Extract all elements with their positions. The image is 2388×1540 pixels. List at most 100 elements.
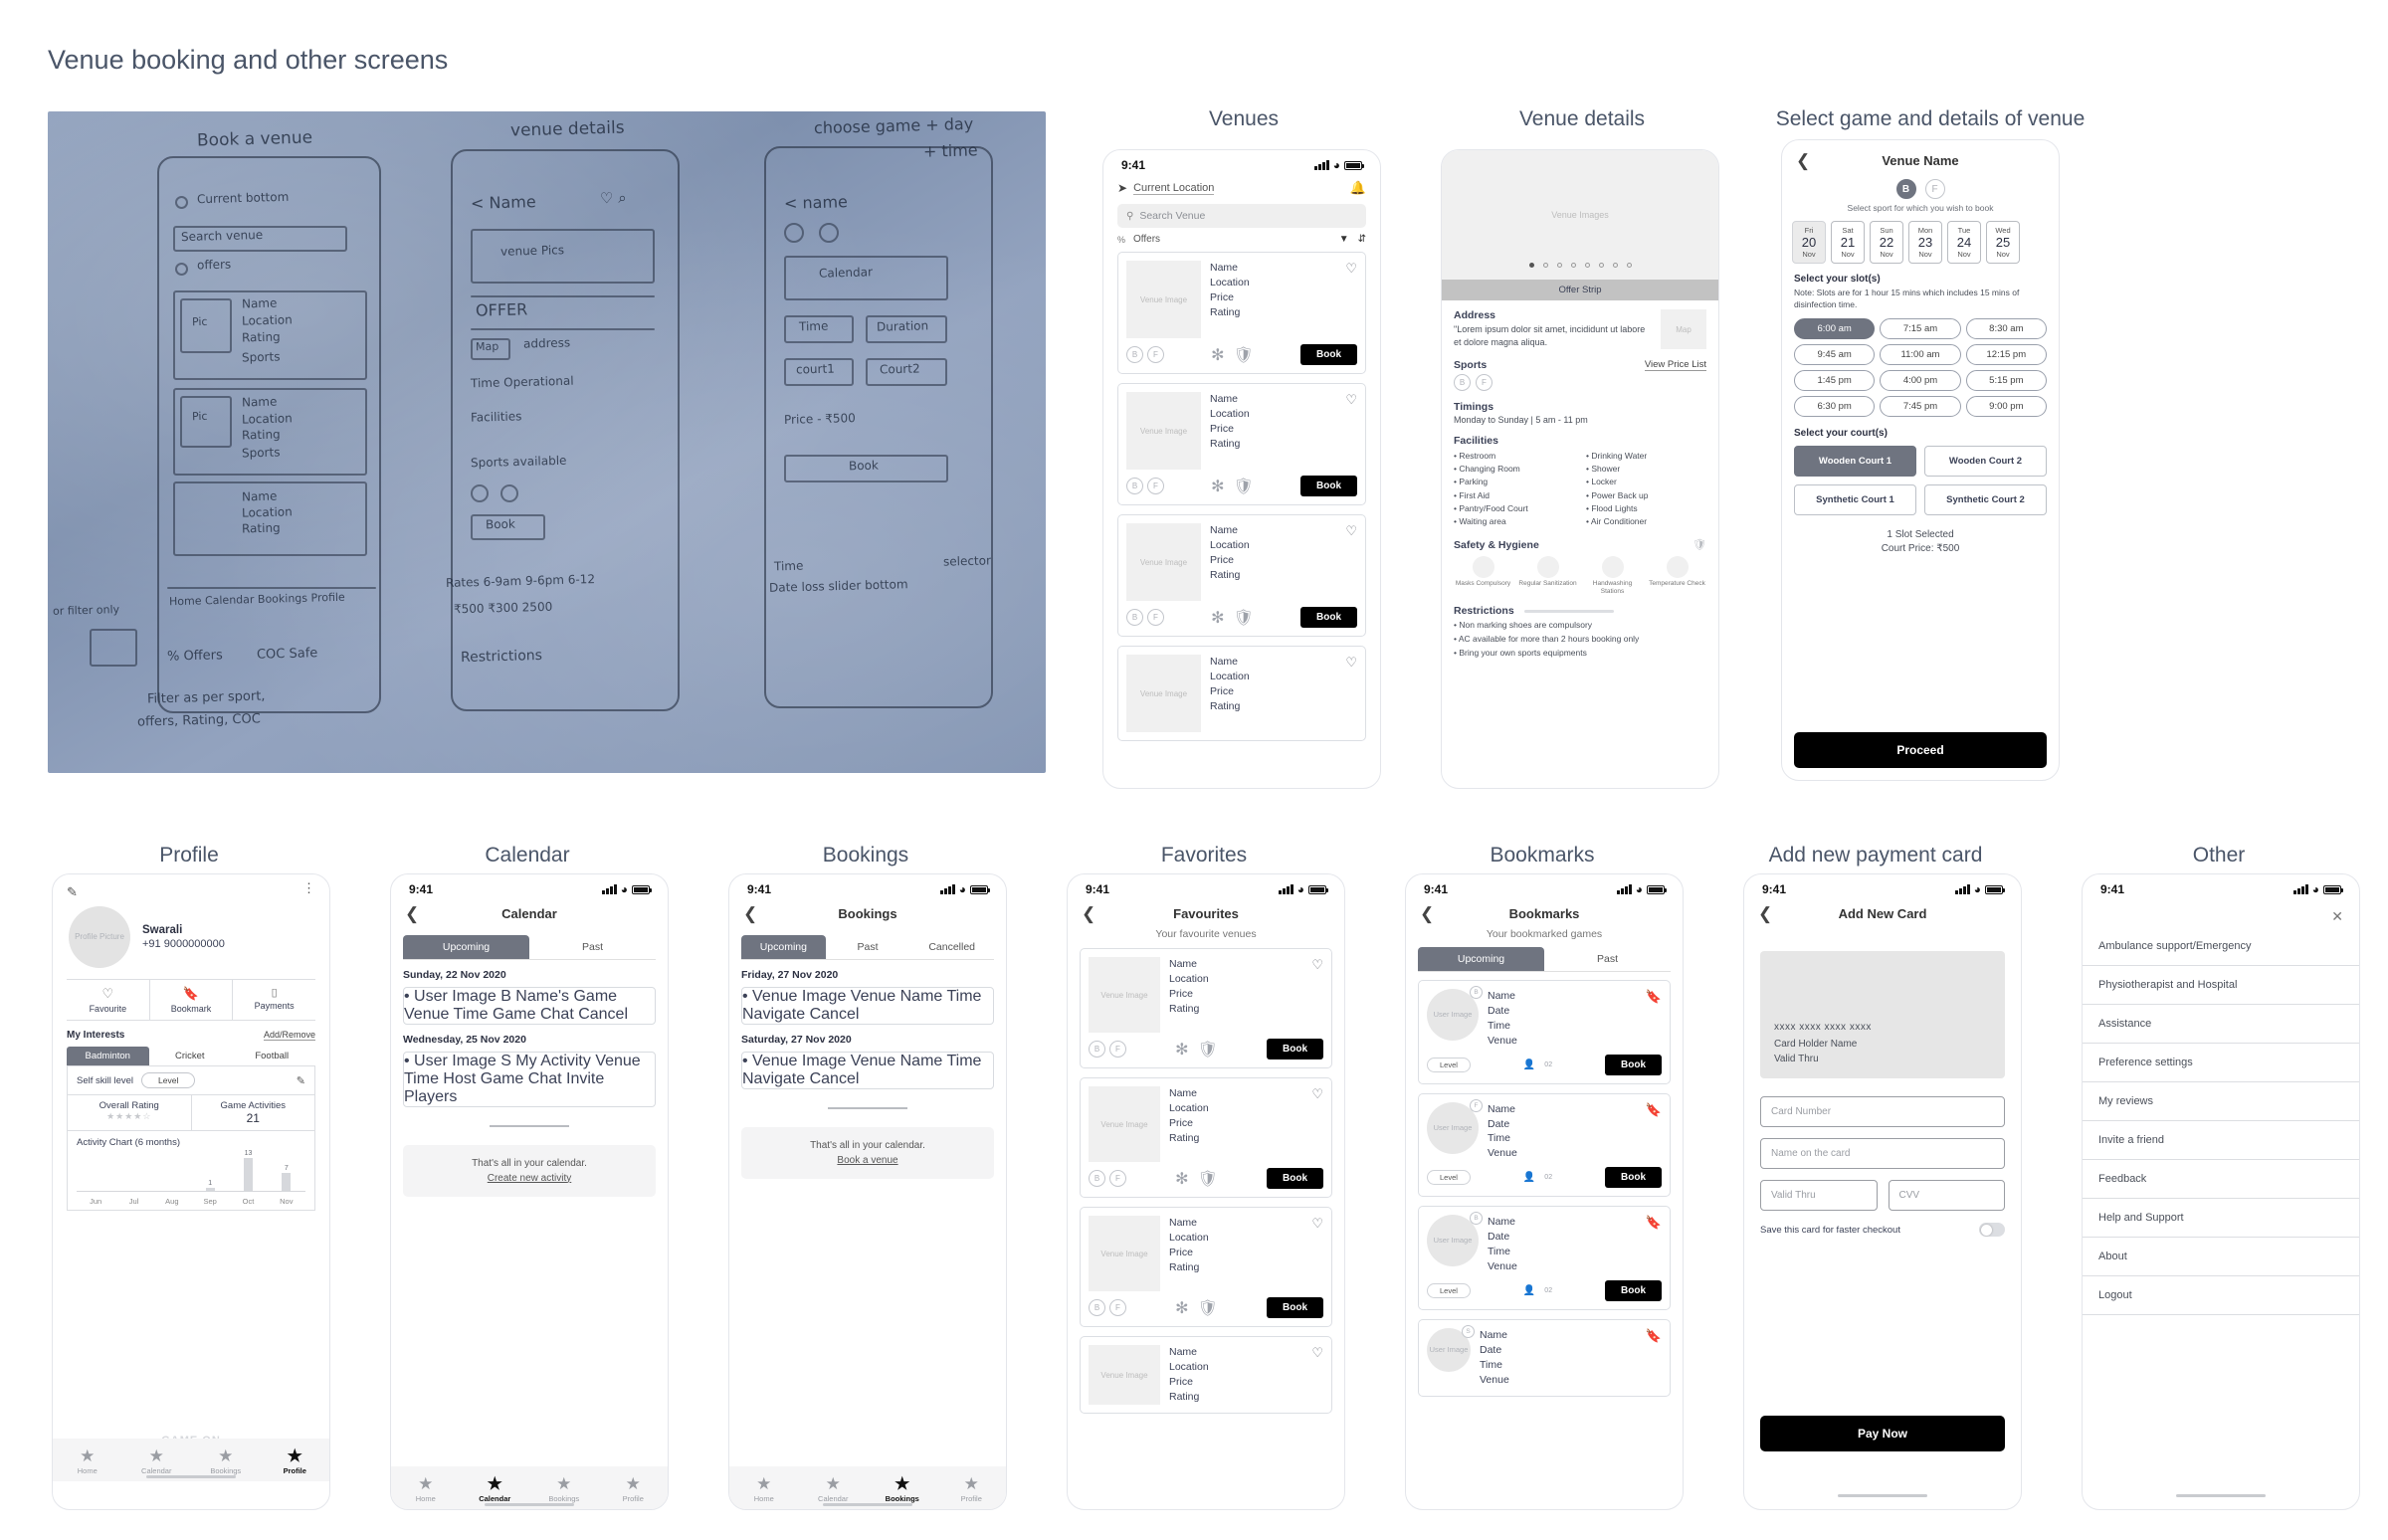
skill-level-chip[interactable]: Level [141,1072,196,1088]
bookmark-icon[interactable]: 🔖 [1646,1328,1662,1388]
book-button[interactable]: Book [1300,344,1357,365]
slot-chip[interactable]: 9:00 pm [1965,395,2047,417]
tab-past[interactable]: Past [826,935,910,959]
avatar[interactable]: Profile Picture [69,906,130,968]
current-location-button[interactable]: ➤ Current Location [1117,181,1215,195]
cvv-input[interactable]: CVV [1888,1180,2005,1211]
pencil-icon[interactable]: ✎ [297,1074,305,1087]
back-icon[interactable]: ❮ [1796,152,1810,169]
tab-profile[interactable]: ★ Profile [261,1447,330,1475]
map-thumbnail[interactable]: Map [1661,309,1706,349]
pay-now-button[interactable]: Pay Now [1760,1416,2005,1451]
slot-chip[interactable]: 7:15 am [1880,317,1961,339]
court-chip[interactable]: Synthetic Court 1 [1794,483,1916,515]
date-chip[interactable]: Wed 25 Nov [1986,221,2020,264]
book-button[interactable]: Book [1605,1167,1662,1189]
tab-past[interactable]: Past [529,935,656,959]
add-remove-link[interactable]: Add/Remove [263,1030,315,1041]
tab-upcoming[interactable]: Upcoming [741,935,826,959]
bell-icon[interactable]: 🔔 [1350,180,1366,196]
book-button[interactable]: Book [1605,1279,1662,1301]
valid-thru-input[interactable]: Valid Thru [1760,1180,1878,1211]
tab-upcoming[interactable]: Upcoming [403,935,529,959]
slot-chip[interactable]: 11:00 am [1880,343,1961,365]
slot-chip[interactable]: 7:45 pm [1880,395,1961,417]
list-item[interactable]: • User Image B Name's Game Venue Time Ga… [403,987,656,1025]
table-row[interactable]: Venue Image Name Location Price Rating ♡ [1117,646,1366,741]
back-icon[interactable]: ❮ [1420,905,1434,922]
tab-calendar[interactable]: ★ Calendar [122,1447,192,1475]
list-item[interactable]: • User Image S My Activity Venue Time Ho… [403,1052,656,1107]
slot-grid[interactable]: 6:00 am 7:15 am 8:30 am 9:45 am 11:00 am… [1794,317,2047,417]
menu-item-invite-friend[interactable]: Invite a friend [2083,1121,2359,1160]
date-selector[interactable]: Fri 20 Nov Sat 21 Nov Sun 22 Nov Mon 23 … [1782,213,2059,264]
name-on-card-input[interactable]: Name on the card [1760,1138,2005,1169]
bottom-tab-bar[interactable]: ★ Home ★ Calendar ★ Bookings ★ Profile [53,1439,329,1481]
court-grid[interactable]: Wooden Court 1 Wooden Court 2 Synthetic … [1794,445,2047,515]
book-button[interactable]: Book [1267,1039,1323,1059]
favorite-heart-icon[interactable]: ♡ [1311,957,1323,1033]
bookmark-icon[interactable]: 🔖 [1646,1215,1662,1274]
search-input[interactable]: ⚲ Search Venue [1117,204,1366,228]
table-row[interactable]: User Image S Name Date Time Venue 🔖 [1418,1318,1671,1397]
date-chip[interactable]: Mon 23 Nov [1908,221,1942,264]
book-button[interactable]: Book [1300,607,1357,628]
sport-badge-f[interactable]: F [1476,374,1492,392]
favorite-heart-icon[interactable]: ♡ [1311,1216,1323,1291]
tab-calendar[interactable]: ★ Calendar [799,1475,869,1503]
pencil-icon[interactable]: ✎ [67,884,78,900]
tab-home[interactable]: ★ Home [53,1447,122,1475]
date-chip[interactable]: Fri 20 Nov [1792,221,1826,264]
menu-item-logout[interactable]: Logout [2083,1276,2359,1315]
menu-item-help-support[interactable]: Help and Support [2083,1199,2359,1238]
table-row[interactable]: Venue Image Name Location Price Rating ♡… [1080,948,1332,1068]
book-button[interactable]: Book [1267,1168,1323,1189]
tab-cancelled[interactable]: Cancelled [909,935,994,959]
back-icon[interactable]: ❮ [743,905,757,922]
tab-past[interactable]: Past [1544,947,1671,971]
more-vertical-icon[interactable]: ⋮ [302,881,315,894]
slot-chip[interactable]: 12:15 pm [1965,343,2047,365]
sort-icon[interactable]: ⇵ [1358,234,1366,245]
slot-chip[interactable]: 9:45 am [1794,343,1876,365]
table-row[interactable]: User Image B Name Date Time Venue 🔖 Leve… [1418,980,1671,1084]
table-row[interactable]: Venue Image Name Location Price Rating ♡ [1080,1336,1332,1414]
other-menu[interactable]: Ambulance support/Emergency Physiotherap… [2083,927,2359,1315]
tab-upcoming[interactable]: Upcoming [1418,947,1544,971]
book-venue-link[interactable]: Book a venue [837,1155,897,1166]
menu-item-about[interactable]: About [2083,1238,2359,1276]
create-activity-link[interactable]: Create new activity [488,1173,571,1184]
back-icon[interactable]: ❮ [1082,905,1095,922]
table-row[interactable]: Venue Image Name Location Price Rating ♡… [1080,1207,1332,1327]
favorite-heart-icon[interactable]: ♡ [1345,392,1357,470]
court-chip[interactable]: Wooden Court 1 [1794,445,1916,477]
court-chip[interactable]: Synthetic Court 2 [1924,483,2047,515]
table-row[interactable]: User Image B Name Date Time Venue 🔖 Leve… [1418,1206,1671,1310]
carousel-dots[interactable] [1442,263,1718,268]
menu-item-my-reviews[interactable]: My reviews [2083,1082,2359,1121]
slot-chip[interactable]: 6:30 pm [1794,395,1876,417]
list-item[interactable]: • Venue Image Venue Name Time Navigate C… [741,1052,994,1089]
offer-strip[interactable]: Offer Strip [1442,280,1718,300]
date-chip[interactable]: Tue 24 Nov [1947,221,1981,264]
slot-chip[interactable]: 6:00 am [1794,317,1876,339]
date-chip[interactable]: Sat 21 Nov [1831,221,1865,264]
menu-item-assistance[interactable]: Assistance [2083,1005,2359,1044]
sport-badge-b[interactable]: B [1454,374,1471,392]
tab-profile[interactable]: ★ Profile [937,1475,1007,1503]
favorite-heart-icon[interactable]: ♡ [1311,1086,1323,1162]
book-button[interactable]: Book [1300,476,1357,496]
slot-chip[interactable]: 5:15 pm [1965,369,2047,391]
table-row[interactable]: Venue Image Name Location Price Rating ♡… [1117,383,1366,505]
list-item[interactable]: • Venue Image Venue Name Time Navigate C… [741,987,994,1025]
venue-images-carousel[interactable]: Venue Images [1442,150,1718,280]
tab-football[interactable]: Football [231,1047,313,1065]
menu-item-preference-settings[interactable]: Preference settings [2083,1044,2359,1082]
book-button[interactable]: Book [1267,1297,1323,1318]
favorite-heart-icon[interactable]: ♡ [1345,655,1357,732]
tab-badminton[interactable]: Badminton [67,1047,149,1065]
tab-cricket[interactable]: Cricket [149,1047,232,1065]
tab-home[interactable]: ★ Home [729,1475,799,1503]
sport-badge-f[interactable]: F [1924,179,1945,199]
bottom-tab-bar[interactable]: ★ Home ★ Calendar ★ Bookings ★ Profile [391,1466,668,1509]
